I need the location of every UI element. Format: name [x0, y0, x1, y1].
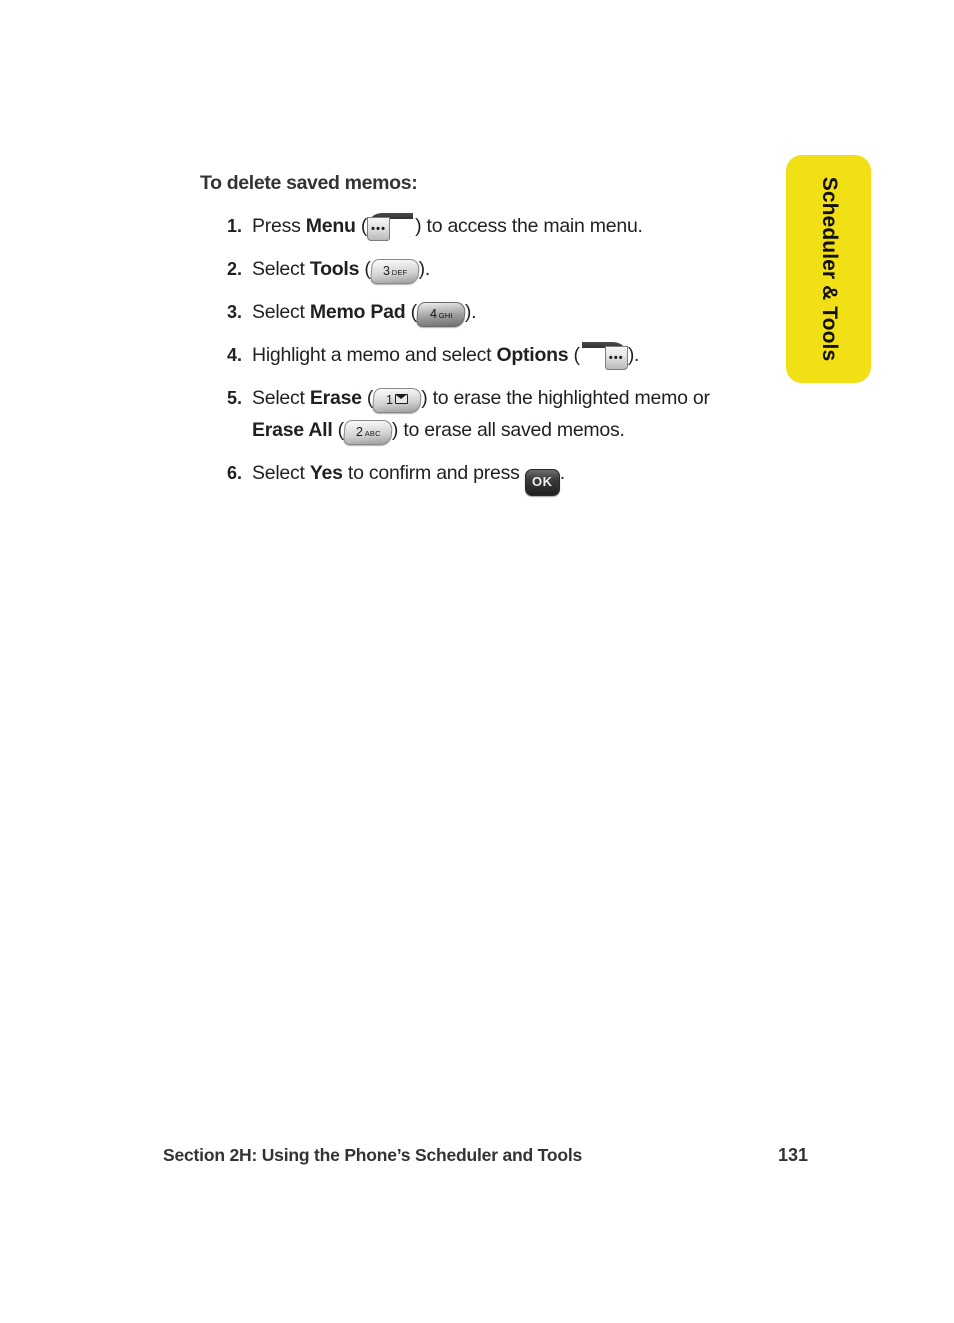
key-digit: 2 [355, 425, 363, 439]
step-text: Select Memo Pad (4 GHI). [252, 296, 760, 328]
key-digit: 4 [429, 307, 437, 321]
key-digit: 1 [386, 393, 394, 407]
emphasis-term: Tools [309, 258, 360, 280]
section-tab-label: Scheduler & Tools [817, 176, 841, 362]
emphasis-term: Erase [309, 387, 362, 409]
step-item: 3. Select Memo Pad (4 GHI). [200, 296, 760, 328]
step-item: 6. Select Yes to confirm and press OK. [200, 457, 760, 496]
page-heading: To delete saved memos: [200, 172, 418, 194]
right-softkey-icon: ••• [580, 340, 628, 370]
step-text: Select Yes to confirm and press OK. [252, 457, 760, 496]
step-text: Press Menu (•••) to access the main menu… [252, 210, 760, 242]
step-number: 5. [226, 388, 242, 408]
step-text: Select Tools (3 DEF). [252, 253, 760, 285]
number-key-3-icon: 3 DEF [369, 258, 420, 284]
numbered-step-list: 1. Press Menu (•••) to access the main me… [200, 210, 760, 507]
step-text: Select Erase (1) to erase the highlighte… [252, 382, 760, 446]
voicemail-envelope-icon [395, 394, 409, 404]
emphasis-term: Yes [309, 462, 343, 484]
step-text: Highlight a memo and select Options (•••… [252, 339, 760, 371]
key-letters: ABC [364, 429, 381, 438]
softkey-pad: ••• [367, 217, 391, 241]
document-page: Scheduler & Tools To delete saved memos:… [0, 0, 954, 1323]
key-letters: DEF [391, 268, 407, 277]
number-key-4-icon: 4 GHI [415, 301, 466, 327]
step-item: 4. Highlight a memo and select Options (•… [200, 339, 760, 371]
softkey-pad: ••• [604, 346, 628, 370]
emphasis-term: Erase All [252, 419, 333, 441]
step-number: 4. [226, 345, 242, 365]
section-tab-scheduler-tools: Scheduler & Tools [786, 155, 871, 383]
softkey-dots-icon: ••• [608, 352, 624, 364]
softkey-dots-icon: ••• [371, 223, 387, 235]
key-letters: GHI [438, 311, 453, 320]
step-number: 3. [226, 302, 242, 322]
step-item: 1. Press Menu (•••) to access the main me… [200, 210, 760, 242]
step-item: 2. Select Tools (3 DEF). [200, 253, 760, 285]
number-key-2-icon: 2 ABC [342, 419, 394, 445]
number-key-1-icon: 1 [372, 387, 423, 413]
step-number: 6. [226, 463, 242, 483]
emphasis-term: Options [496, 344, 569, 366]
footer-page-number: 131 [777, 1145, 808, 1165]
page-footer: Section 2H: Using the Phone’s Scheduler … [163, 1145, 808, 1166]
step-number: 2. [226, 259, 242, 279]
emphasis-term: Memo Pad [309, 301, 406, 323]
footer-section-title: Section 2H: Using the Phone’s Scheduler … [163, 1145, 583, 1165]
key-digit: 3 [382, 264, 390, 278]
step-item: 5. Select Erase (1) to erase the highligh… [200, 382, 760, 446]
step-number: 1. [226, 216, 242, 236]
ok-key-icon: OK [524, 468, 560, 496]
emphasis-term: Menu [305, 215, 356, 237]
left-softkey-icon: ••• [367, 211, 415, 241]
